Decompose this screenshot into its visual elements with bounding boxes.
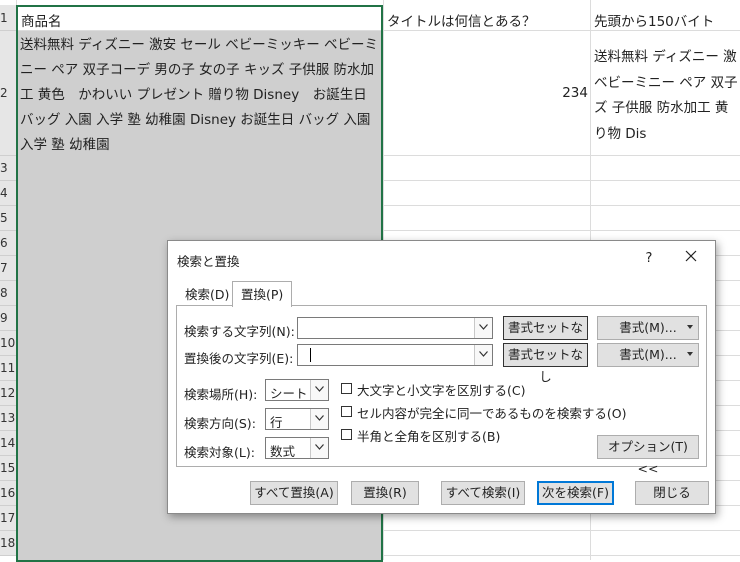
find-format-button[interactable]: 書式(M)... bbox=[597, 316, 699, 340]
row-header[interactable]: 1 bbox=[0, 5, 16, 31]
row-header[interactable]: 10 bbox=[0, 331, 16, 356]
cell-a2[interactable]: 送料無料 ディズニー 激安 セール ベビーミッキー ベビーミニー ペア 双子コー… bbox=[20, 33, 382, 158]
row-header[interactable]: 6 bbox=[0, 231, 16, 256]
close-button[interactable]: 閉じる bbox=[635, 481, 709, 505]
cell-c2-line: ベビーミニー ペア 双子 bbox=[594, 74, 738, 91]
row-number: 6 bbox=[0, 236, 8, 250]
match-width-checkbox[interactable] bbox=[341, 429, 352, 440]
find-next-button[interactable]: 次を検索(F) bbox=[537, 481, 614, 505]
row-header[interactable]: 13 bbox=[0, 406, 16, 431]
row-number: 8 bbox=[0, 286, 8, 300]
find-replace-dialog[interactable]: 検索と置換 ? 検索(D) 置換(P) 検索する文字列(N): 書式セットなし … bbox=[167, 240, 716, 514]
look-in-select[interactable]: 数式 bbox=[265, 437, 329, 459]
row-number: 1 bbox=[0, 10, 8, 25]
row-header[interactable]: 15 bbox=[0, 456, 16, 481]
cell-c2[interactable]: 送料無料 ディズニー 激 ベビーミニー ペア 双子 ズ 子供服 防水加工 黄 り… bbox=[594, 45, 740, 147]
cell-c2-line: 送料無料 ディズニー 激 bbox=[594, 49, 737, 65]
row-header[interactable]: 5 bbox=[0, 206, 16, 231]
find-all-button[interactable]: すべて検索(I) bbox=[441, 481, 525, 505]
tab-replace[interactable]: 置換(P) bbox=[232, 281, 293, 307]
cell-c2-line: り物 Dis bbox=[594, 125, 647, 142]
row-header[interactable]: 9 bbox=[0, 306, 16, 331]
find-what-label: 検索する文字列(N): bbox=[184, 324, 295, 339]
find-what-input[interactable] bbox=[297, 317, 493, 339]
row-number: 3 bbox=[0, 161, 8, 175]
row-number: 16 bbox=[0, 486, 16, 500]
row-header[interactable]: 18 bbox=[0, 531, 16, 556]
replace-button[interactable]: 置換(R) bbox=[351, 481, 419, 505]
cell-a1[interactable]: 商品名 bbox=[21, 10, 62, 30]
chevron-down-icon[interactable] bbox=[474, 345, 492, 365]
row-number: 18 bbox=[0, 536, 16, 550]
replace-all-button[interactable]: すべて置換(A) bbox=[250, 481, 338, 505]
dialog-title: 検索と置換 bbox=[177, 254, 240, 269]
match-width-label: 半角と全角を区別する(B) bbox=[357, 429, 501, 444]
match-case-label: 大文字と小文字を区別する(C) bbox=[357, 383, 526, 398]
row-number: 15 bbox=[0, 461, 16, 475]
text-cursor bbox=[310, 348, 311, 362]
find-format-preview: 書式セットなし bbox=[503, 316, 588, 357]
search-direction-select[interactable]: 行 bbox=[265, 408, 329, 430]
row-number: 9 bbox=[0, 311, 8, 325]
chevron-down-icon bbox=[687, 325, 693, 329]
row-header[interactable]: 17 bbox=[0, 506, 16, 531]
chevron-down-icon[interactable] bbox=[310, 409, 328, 429]
search-direction-label: 検索方向(S): bbox=[184, 416, 256, 431]
row-header[interactable]: 12 bbox=[0, 381, 16, 406]
row-header[interactable]: 16 bbox=[0, 481, 16, 506]
replace-tab-panel: 検索する文字列(N): 書式セットなし 書式(M)... 置換後の文字列(E):… bbox=[176, 305, 707, 476]
replace-format-preview: 書式セットなし bbox=[503, 343, 588, 384]
tab-search[interactable]: 検索(D) bbox=[177, 284, 237, 306]
replace-with-input[interactable] bbox=[297, 344, 493, 366]
row-number: 17 bbox=[0, 511, 16, 525]
row-number: 2 bbox=[0, 86, 8, 100]
match-case-checkbox[interactable] bbox=[341, 383, 352, 394]
row-number: 5 bbox=[0, 211, 8, 225]
row-number: 4 bbox=[0, 186, 8, 200]
row-number: 12 bbox=[0, 386, 16, 400]
match-entire-label: セル内容が完全に同一であるものを検索する(O) bbox=[357, 406, 627, 421]
chevron-down-icon bbox=[687, 352, 693, 356]
row-number: 13 bbox=[0, 411, 16, 425]
replace-with-label: 置換後の文字列(E): bbox=[184, 351, 294, 366]
options-button[interactable]: オプション(T) << bbox=[597, 435, 699, 476]
row-number: 14 bbox=[0, 436, 16, 450]
replace-format-button[interactable]: 書式(M)... bbox=[597, 343, 699, 367]
row-number: 7 bbox=[0, 261, 8, 275]
match-entire-checkbox[interactable] bbox=[341, 406, 352, 417]
chevron-down-icon[interactable] bbox=[310, 380, 328, 400]
row-header[interactable]: 11 bbox=[0, 356, 16, 381]
chevron-down-icon[interactable] bbox=[310, 438, 328, 458]
within-label: 検索場所(H): bbox=[184, 387, 258, 402]
row-header[interactable]: 3 bbox=[0, 156, 16, 181]
row-header[interactable]: 14 bbox=[0, 431, 16, 456]
column-line bbox=[16, 0, 17, 560]
help-button[interactable]: ? bbox=[638, 248, 660, 270]
close-icon[interactable] bbox=[678, 248, 704, 270]
look-in-label: 検索対象(L): bbox=[184, 445, 255, 460]
cell-b2[interactable]: 234 bbox=[540, 85, 588, 101]
row-number: 11 bbox=[0, 361, 16, 375]
chevron-down-icon[interactable] bbox=[474, 318, 492, 338]
cell-c2-line: ズ 子供服 防水加工 黄 bbox=[594, 100, 729, 116]
row-header[interactable]: 2 bbox=[0, 31, 16, 156]
row-header[interactable]: 7 bbox=[0, 256, 16, 281]
cell-c1[interactable]: 先頭から150バイト bbox=[594, 10, 714, 30]
row-header[interactable]: 4 bbox=[0, 181, 16, 206]
row-header[interactable]: 8 bbox=[0, 281, 16, 306]
cell-b1[interactable]: タイトルは何信とある？ bbox=[387, 10, 536, 30]
within-select[interactable]: シート bbox=[265, 379, 329, 401]
row-number: 10 bbox=[0, 336, 16, 350]
